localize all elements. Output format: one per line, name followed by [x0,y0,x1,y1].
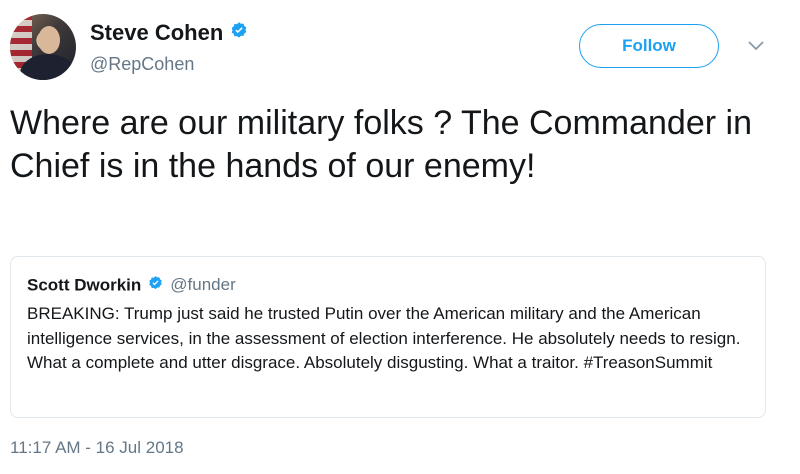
author-name[interactable]: Steve Cohen [90,20,223,45]
chevron-down-icon[interactable] [746,38,766,54]
author-avatar[interactable] [10,14,76,80]
avatar-head [38,26,60,54]
quoted-tweet-text: BREAKING: Trump just said he trusted Put… [27,304,741,372]
quoted-tweet-header: Scott Dworkin @funder [27,275,236,297]
author-name-row[interactable]: Steve Cohen [90,20,249,47]
tweet-timestamp[interactable]: 11:17 AM - 16 Jul 2018 [10,438,184,458]
verified-badge-icon [147,275,164,297]
follow-button[interactable]: Follow [579,24,719,68]
quoted-tweet[interactable]: Scott Dworkin @funder BREAKING: Trump jus… [10,256,766,418]
verified-badge-icon [229,21,249,47]
author-handle[interactable]: @RepCohen [90,54,194,75]
tweet-card: Steve Cohen @RepCohen Follow Where are o… [0,0,800,474]
tweet-text: Where are our military folks ? The Comma… [10,104,752,185]
quoted-author-handle: @funder [170,275,236,295]
quoted-author-name: Scott Dworkin [27,275,142,295]
